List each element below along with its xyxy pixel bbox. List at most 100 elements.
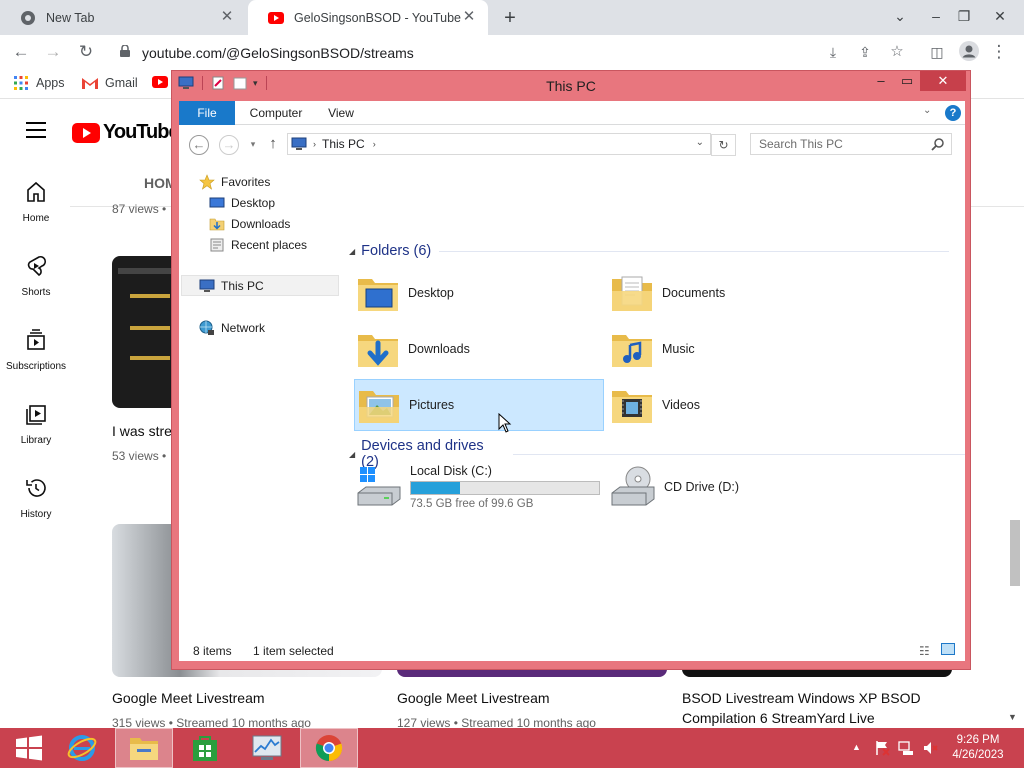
local-disk-icon [357, 467, 401, 506]
nav-label: Network [221, 320, 266, 335]
file-explorer-icon [130, 738, 158, 760]
clock-time: 9:26 PM [956, 734, 1000, 746]
video-meta: 87 views • [112, 202, 167, 216]
breadcrumb-chevron-icon[interactable]: › [373, 139, 376, 149]
bookmark-apps[interactable]: Apps [14, 76, 65, 90]
forward-button[interactable]: → [42, 41, 64, 63]
start-button[interactable] [0, 728, 58, 768]
drive-local-disk-c[interactable]: Local Disk (C:) 73.5 GB free of 99.6 GB [354, 457, 604, 517]
reload-button[interactable]: ↻ [75, 41, 97, 63]
address-bar[interactable]: youtube.com/@GeloSingsonBSOD/streams [112, 38, 912, 67]
video-title[interactable]: Google Meet Livestream [397, 690, 550, 706]
drive-label: Local Disk (C:) [410, 464, 492, 478]
drive-cd-d[interactable]: CD Drive (D:) [608, 457, 858, 517]
show-hidden-icons-icon[interactable]: ▲ [852, 742, 861, 752]
search-input[interactable]: Search This PC [750, 133, 952, 155]
thumbnail-detail [130, 356, 170, 360]
breadcrumb-item[interactable]: This PC [322, 137, 365, 151]
recent-locations-icon[interactable]: ▾ [243, 135, 263, 155]
desktop-icon [209, 197, 225, 207]
bookmark-star-icon[interactable]: ☆ [886, 41, 908, 63]
refresh-icon[interactable]: ↻ [711, 134, 736, 156]
sidebar-item-home[interactable]: Home [0, 180, 72, 224]
youtube-logo[interactable]: YouTube [72, 121, 180, 144]
taskbar-performance-monitor[interactable] [238, 728, 296, 768]
video-title[interactable]: BSOD Livestream Windows XP BSOD [682, 690, 921, 706]
ribbon-tab-view[interactable]: View [321, 101, 361, 125]
group-header-folders[interactable]: ◢ Folders (6) [349, 243, 950, 259]
system-clock[interactable]: 9:26 PM 4/26/2023 [946, 733, 1010, 763]
close-tab-icon[interactable]: ✕ [220, 9, 234, 24]
explorer-close-button[interactable]: ✕ [920, 71, 966, 91]
bookmark-youtube[interactable] [152, 76, 168, 88]
explorer-maximize-button[interactable]: ▭ [892, 71, 922, 91]
back-button[interactable]: ← [189, 135, 209, 155]
close-tab-icon[interactable]: ✕ [462, 9, 476, 24]
close-window-button[interactable]: ✕ [982, 0, 1018, 35]
nav-desktop[interactable]: Desktop [209, 192, 275, 213]
details-view-icon[interactable]: ☷ [919, 644, 930, 658]
folder-downloads[interactable]: Downloads [354, 323, 604, 375]
nav-this-pc[interactable]: This PC [181, 275, 339, 296]
collapse-triangle-icon[interactable]: ◢ [349, 247, 355, 256]
large-icons-view-icon[interactable] [941, 643, 955, 655]
action-center-flag-icon[interactable] [874, 740, 890, 756]
nav-downloads[interactable]: Downloads [209, 213, 290, 234]
sidebar-item-history[interactable]: History [0, 476, 72, 520]
tab-youtube[interactable]: GeloSingsonBSOD - YouTube ✕ [248, 0, 488, 35]
up-button[interactable]: ↑ [263, 135, 283, 155]
new-tab-button[interactable]: + [500, 7, 520, 30]
nav-network[interactable]: Network [199, 317, 265, 338]
address-dropdown-icon[interactable]: ⌄ [696, 137, 704, 148]
network-status-icon[interactable] [898, 740, 914, 756]
sidebar-item-subscriptions[interactable]: Subscriptions [0, 328, 72, 372]
tab-new-tab[interactable]: New Tab ✕ [0, 0, 246, 35]
folder-videos[interactable]: Videos [608, 379, 858, 431]
taskbar-internet-explorer[interactable] [53, 728, 111, 768]
folder-documents[interactable]: Documents [608, 267, 858, 319]
video-title[interactable]: I was stre [112, 423, 172, 439]
tab-title: GeloSingsonBSOD - YouTube [294, 10, 462, 25]
install-icon[interactable]: ⤓ [822, 41, 844, 63]
nav-recent-places[interactable]: Recent places [209, 234, 307, 255]
tab-search-icon[interactable]: ⌄ [882, 0, 918, 35]
help-icon[interactable]: ? [945, 105, 961, 121]
back-button[interactable]: ← [10, 41, 32, 63]
share-icon[interactable]: ⇪ [854, 41, 876, 63]
taskbar-store[interactable] [176, 728, 234, 768]
video-title[interactable]: Compilation 6 StreamYard Live [682, 710, 875, 726]
folder-desktop[interactable]: Desktop [354, 267, 604, 319]
hamburger-menu-icon[interactable] [26, 122, 46, 143]
explorer-titlebar[interactable]: ▾ This PC – ▭ ✕ [172, 71, 970, 101]
taskbar-chrome[interactable] [300, 728, 358, 768]
group-header-label: Folders (6) [361, 243, 432, 259]
ribbon-tab-computer[interactable]: Computer [241, 101, 311, 125]
menu-kebab-icon[interactable]: ⋮ [988, 41, 1010, 63]
expand-ribbon-icon[interactable]: ⌄ [923, 105, 931, 116]
breadcrumb-chevron-icon[interactable]: › [313, 139, 316, 149]
side-panel-icon[interactable]: ◫ [926, 41, 948, 63]
desktop-folder-icon [358, 279, 398, 311]
sidebar-item-shorts[interactable]: Shorts [0, 254, 72, 298]
forward-button[interactable]: → [219, 135, 239, 155]
drive-free-space: 73.5 GB free of 99.6 GB [410, 498, 534, 510]
sidebar-item-library[interactable]: Library [0, 402, 72, 446]
bookmark-gmail[interactable]: Gmail [82, 76, 138, 90]
profile-avatar[interactable] [958, 41, 980, 63]
scroll-down-arrow-icon[interactable]: ▼ [1008, 712, 1017, 722]
taskbar-file-explorer[interactable] [115, 728, 173, 768]
ribbon-tab-file[interactable]: File [179, 101, 235, 125]
clock-date: 4/26/2023 [952, 749, 1004, 761]
search-placeholder: Search This PC [759, 137, 843, 151]
page-scrollbar-thumb[interactable] [1010, 520, 1020, 586]
volume-muted-icon[interactable] [922, 740, 938, 756]
folder-music[interactable]: Music [608, 323, 858, 375]
youtube-favicon-icon [152, 76, 168, 88]
tab-title: New Tab [46, 10, 95, 25]
video-title[interactable]: Google Meet Livestream [112, 690, 265, 706]
nav-label: This PC [221, 278, 264, 293]
restore-button[interactable]: ❐ [946, 0, 982, 35]
folder-pictures[interactable]: Pictures [354, 379, 604, 431]
nav-favorites[interactable]: Favorites [199, 171, 270, 192]
address-box[interactable]: › This PC › ⌄ ↻ [287, 133, 736, 156]
